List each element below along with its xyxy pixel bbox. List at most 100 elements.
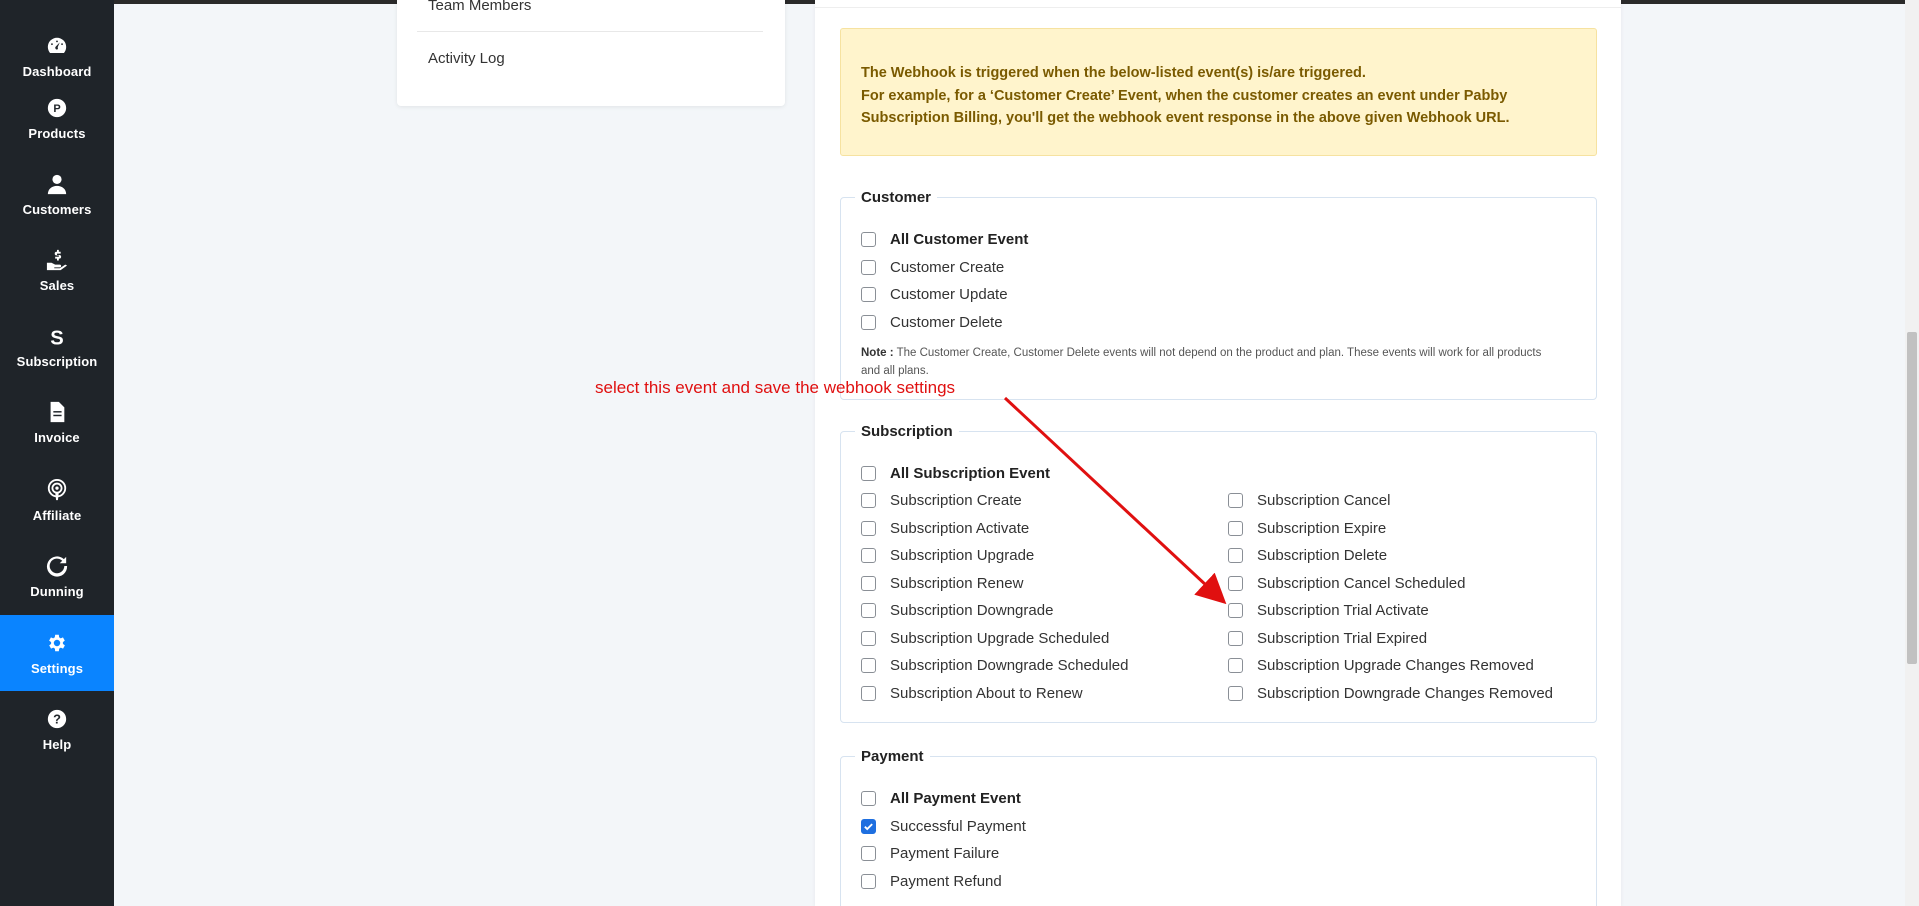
checkbox-box[interactable]: [861, 576, 876, 591]
customer-events-note: Note : The Customer Create, Customer Del…: [861, 344, 1561, 380]
info-line-1: The Webhook is triggered when the below-…: [861, 65, 1366, 81]
checkbox-box[interactable]: [861, 466, 876, 481]
checkbox-successful-payment[interactable]: Successful Payment: [861, 818, 1026, 835]
sidebar-item-label: Subscription: [16, 353, 98, 369]
checkbox-subscription-trial-activate[interactable]: Subscription Trial Activate: [1228, 602, 1429, 619]
checkbox-box[interactable]: [1228, 548, 1243, 563]
checkbox-payment-refund[interactable]: Payment Refund: [861, 873, 1002, 890]
subscription-group-title: Subscription: [861, 423, 953, 440]
checkbox-customer-create[interactable]: Customer Create: [861, 259, 1004, 276]
checkbox-subscription-upgrade-scheduled[interactable]: Subscription Upgrade Scheduled: [861, 630, 1109, 647]
sidebar-item-settings[interactable]: Settings: [0, 615, 114, 691]
checkbox-box-checked[interactable]: [861, 819, 876, 834]
webhook-events-panel: The Webhook is triggered when the below-…: [815, 0, 1621, 906]
sidebar-item-products[interactable]: P Products: [0, 80, 114, 156]
sidebar-item-invoice[interactable]: Invoice: [0, 384, 114, 460]
payment-group-title: Payment: [861, 748, 924, 765]
panel-header-divider: [815, 0, 1621, 8]
checkbox-all-subscription-event[interactable]: All Subscription Event: [861, 465, 1050, 482]
checkbox-subscription-create[interactable]: Subscription Create: [861, 492, 1022, 509]
checkbox-subscription-upgrade-changes-removed[interactable]: Subscription Upgrade Changes Removed: [1228, 657, 1534, 674]
checkbox-subscription-about-to-renew[interactable]: Subscription About to Renew: [861, 685, 1083, 702]
checkbox-subscription-activate[interactable]: Subscription Activate: [861, 520, 1029, 537]
info-line-2: For example, for a ‘Customer Create’ Eve…: [861, 87, 1510, 127]
products-icon: P: [45, 96, 69, 120]
sidebar-item-label: Dunning: [30, 583, 84, 599]
sales-icon: [45, 248, 69, 272]
settings-menu-card: Team Members Activity Log: [397, 0, 785, 106]
checkbox-subscription-downgrade-scheduled[interactable]: Subscription Downgrade Scheduled: [861, 657, 1128, 674]
checkbox-subscription-upgrade[interactable]: Subscription Upgrade: [861, 547, 1034, 564]
checkbox-box[interactable]: [1228, 658, 1243, 673]
divider: [417, 31, 763, 32]
sidebar-item-label: Help: [42, 736, 72, 752]
svg-text:S: S: [50, 327, 63, 347]
checkbox-box[interactable]: [1228, 603, 1243, 618]
checkbox-box[interactable]: [1228, 576, 1243, 591]
checkbox-box[interactable]: [861, 521, 876, 536]
sidebar-item-dunning[interactable]: Dunning: [0, 538, 114, 614]
checkbox-box[interactable]: [861, 287, 876, 302]
checkbox-subscription-renew[interactable]: Subscription Renew: [861, 575, 1023, 592]
settings-menu-item-activity-log[interactable]: Activity Log: [428, 50, 505, 67]
checkbox-subscription-cancel[interactable]: Subscription Cancel: [1228, 492, 1390, 509]
sidebar-item-help[interactable]: ? Help: [0, 691, 114, 767]
checkbox-subscription-expire[interactable]: Subscription Expire: [1228, 520, 1386, 537]
sidebar-item-label: Customers: [22, 201, 92, 217]
checkbox-box[interactable]: [861, 874, 876, 889]
sidebar-item-affiliate[interactable]: Affiliate: [0, 462, 114, 538]
checkbox-subscription-downgrade[interactable]: Subscription Downgrade: [861, 602, 1053, 619]
sidebar-item-customers[interactable]: Customers: [0, 156, 114, 232]
checkbox-box[interactable]: [1228, 521, 1243, 536]
note-label: Note :: [861, 347, 894, 359]
checkbox-box[interactable]: [861, 791, 876, 806]
customer-events-group: Customer All Customer Event Customer Cre…: [840, 189, 1597, 400]
checkbox-customer-delete[interactable]: Customer Delete: [861, 314, 1003, 331]
checkbox-subscription-trial-expired[interactable]: Subscription Trial Expired: [1228, 630, 1427, 647]
checkbox-subscription-downgrade-changes-removed[interactable]: Subscription Downgrade Changes Removed: [1228, 685, 1553, 702]
checkbox-box[interactable]: [861, 493, 876, 508]
checkbox-box[interactable]: [1228, 631, 1243, 646]
sidebar: Dashboard P Products Customers Sales S S…: [0, 0, 114, 906]
sidebar-item-label: Sales: [39, 277, 75, 293]
checkbox-box[interactable]: [861, 658, 876, 673]
note-text: The Customer Create, Customer Delete eve…: [861, 347, 1542, 377]
sidebar-item-label: Affiliate: [32, 507, 82, 523]
help-icon: ?: [45, 707, 69, 731]
checkbox-box[interactable]: [861, 631, 876, 646]
gear-icon: [45, 631, 69, 655]
sidebar-item-sales[interactable]: Sales: [0, 232, 114, 308]
checkbox-box[interactable]: [1228, 686, 1243, 701]
affiliate-icon: [45, 478, 69, 502]
sidebar-item-subscription[interactable]: S Subscription: [0, 308, 114, 384]
checkbox-box[interactable]: [861, 603, 876, 618]
checkbox-all-payment-event[interactable]: All Payment Event: [861, 790, 1021, 807]
checkbox-box[interactable]: [861, 548, 876, 563]
sidebar-item-label: Products: [28, 125, 86, 141]
checkbox-payment-failure[interactable]: Payment Failure: [861, 845, 999, 862]
checkbox-box[interactable]: [861, 315, 876, 330]
customers-icon: [45, 172, 69, 196]
customer-group-title: Customer: [861, 189, 932, 206]
checkbox-box[interactable]: [861, 232, 876, 247]
checkbox-box[interactable]: [861, 846, 876, 861]
sidebar-item-label: Invoice: [34, 429, 80, 445]
settings-menu-item-team-members[interactable]: Team Members: [428, 0, 531, 14]
page-scrollbar-thumb[interactable]: [1907, 332, 1917, 664]
webhook-info-alert: The Webhook is triggered when the below-…: [840, 28, 1597, 156]
checkbox-subscription-cancel-scheduled[interactable]: Subscription Cancel Scheduled: [1228, 575, 1465, 592]
invoice-icon: [45, 400, 69, 424]
checkbox-box[interactable]: [1228, 493, 1243, 508]
checkbox-subscription-delete[interactable]: Subscription Delete: [1228, 547, 1387, 564]
svg-text:?: ?: [53, 711, 61, 726]
dashboard-icon: [45, 34, 69, 58]
checkmark-icon: [864, 823, 873, 831]
sidebar-item-label: Dashboard: [22, 63, 92, 79]
checkbox-all-customer-event[interactable]: All Customer Event: [861, 231, 1028, 248]
subscription-icon: S: [45, 324, 69, 348]
checkbox-box[interactable]: [861, 686, 876, 701]
checkbox-customer-update[interactable]: Customer Update: [861, 286, 1008, 303]
svg-text:P: P: [53, 103, 60, 115]
checkbox-box[interactable]: [861, 260, 876, 275]
annotation-text: select this event and save the webhook s…: [595, 378, 956, 397]
